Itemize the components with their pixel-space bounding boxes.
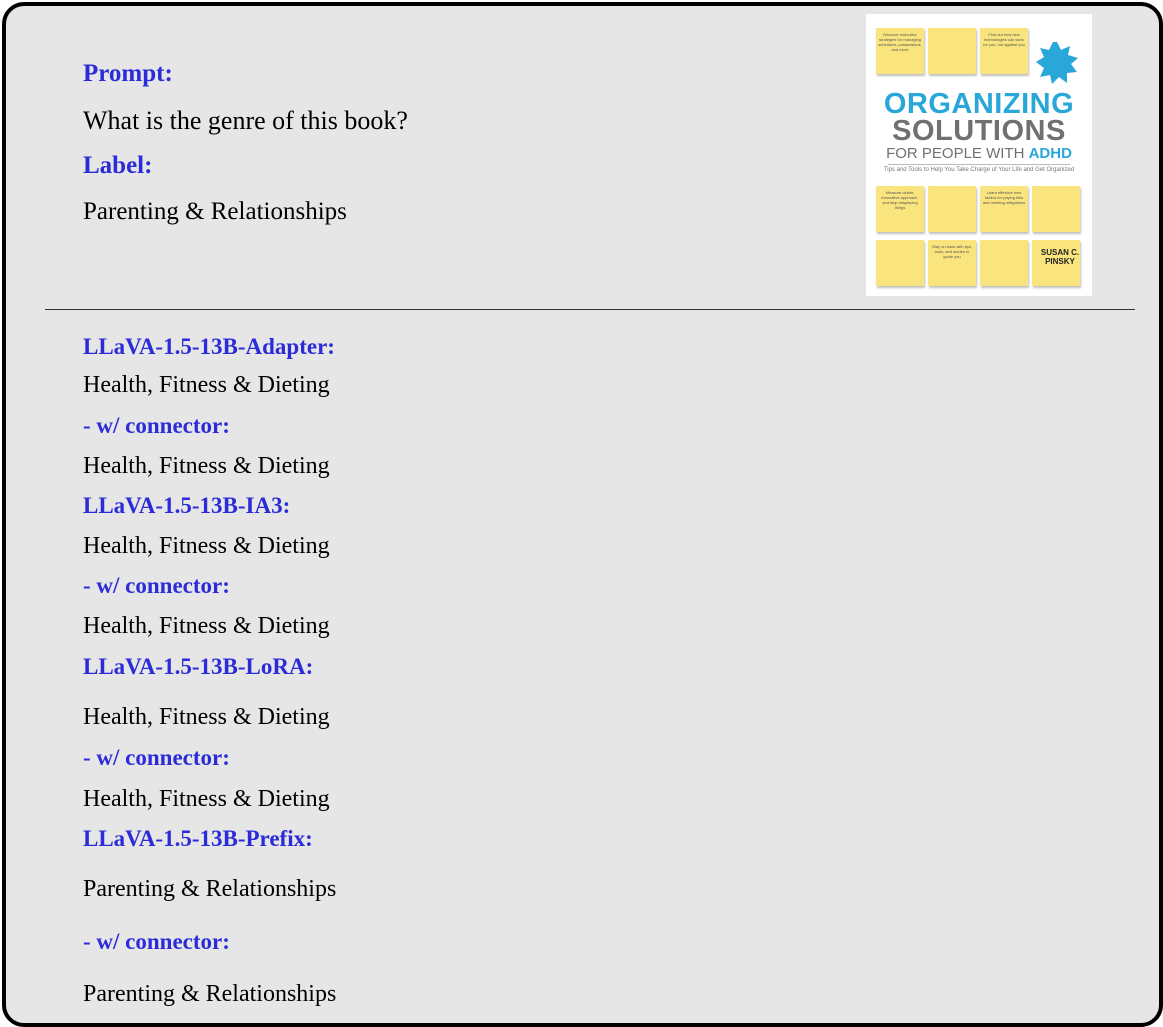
sticky-note: [928, 186, 976, 232]
cover-author-last: PINSKY: [1045, 257, 1075, 266]
book-cover-image: Discover executive strategies for managi…: [866, 14, 1092, 296]
sticky-note: [980, 240, 1028, 286]
result-answer: Health, Fitness & Dieting: [83, 613, 330, 639]
result-model-label: LLaVA-1.5-13B-LoRA:: [83, 654, 314, 679]
result-model-label: - w/ connector:: [83, 413, 230, 438]
sticky-note: [1032, 186, 1080, 232]
prompt-text: What is the genre of this book?: [83, 106, 408, 135]
result-answer: Health, Fitness & Dieting: [83, 704, 330, 730]
result-answer: Parenting & Relationships: [83, 876, 337, 902]
result-answer: Health, Fitness & Dieting: [83, 453, 330, 479]
result-model-label: - w/ connector:: [83, 929, 230, 954]
result-model-label: - w/ connector:: [83, 745, 230, 770]
cover-author-first: SUSAN C.: [1040, 248, 1080, 257]
label-heading: Label:: [83, 152, 153, 179]
starburst-badge-icon: [1036, 42, 1078, 84]
sticky-note: Find out how new technologies can work f…: [980, 28, 1028, 74]
sticky-note: Measure clutter, innovative approach, an…: [876, 186, 924, 232]
label-text: Parenting & Relationships: [83, 198, 347, 225]
cover-title-line3: FOR PEOPLE WITH ADHD: [866, 146, 1092, 161]
result-model-label: - w/ connector:: [83, 573, 230, 598]
sticky-note: [876, 240, 924, 286]
cover-title-line2: SOLUTIONS: [892, 115, 1066, 147]
sticky-note: [928, 28, 976, 74]
section-divider: [45, 309, 1135, 310]
result-model-label: LLaVA-1.5-13B-Prefix:: [83, 826, 313, 851]
cover-subtitle: Tips and Tools to Help You Take Charge o…: [883, 167, 1075, 173]
cover-rule: [888, 164, 1070, 165]
prompt-heading: Prompt:: [83, 60, 173, 87]
cover-author: SUSAN C. PINSKY: [1034, 248, 1086, 266]
result-model-label: LLaVA-1.5-13B-Adapter:: [83, 334, 335, 359]
sticky-note: Stay on track with tips, tools, and stor…: [928, 240, 976, 286]
cover-title-line3-prefix: FOR PEOPLE WITH: [886, 145, 1029, 162]
result-model-label: LLaVA-1.5-13B-IA3:: [83, 493, 291, 518]
result-answer: Health, Fitness & Dieting: [83, 372, 330, 398]
sticky-note: Learn effective new tactics for paying b…: [980, 186, 1028, 232]
result-answer: Health, Fitness & Dieting: [83, 786, 330, 812]
result-answer: Health, Fitness & Dieting: [83, 533, 330, 559]
sticky-note: Discover executive strategies for managi…: [876, 28, 924, 74]
result-answer: Parenting & Relationships: [83, 981, 337, 1007]
cover-title-line3-accent: ADHD: [1028, 145, 1072, 162]
